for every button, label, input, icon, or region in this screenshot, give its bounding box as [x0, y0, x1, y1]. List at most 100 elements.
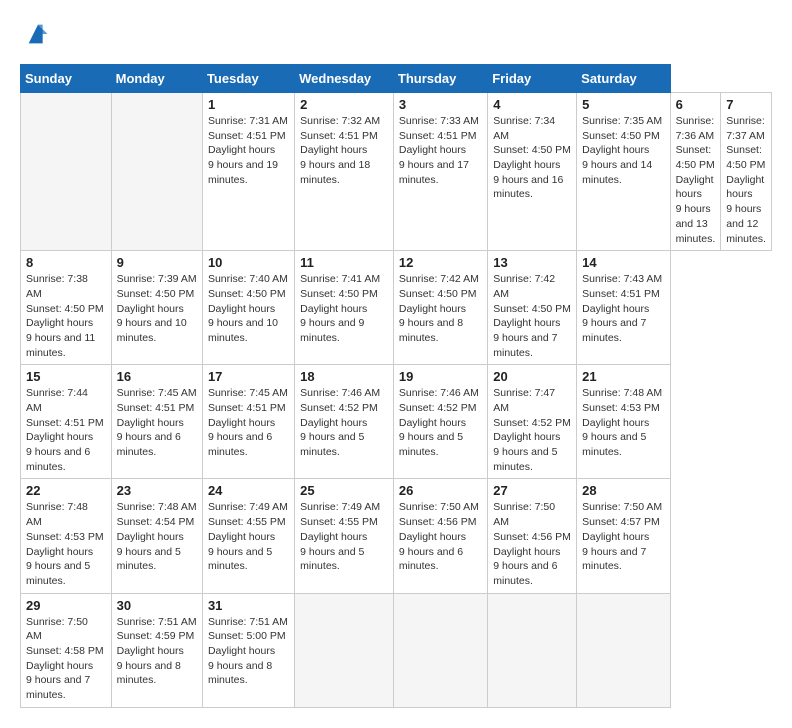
logo: [20, 20, 52, 48]
calendar-cell: 3 Sunrise: 7:33 AMSunset: 4:51 PMDaylight…: [393, 93, 487, 251]
day-number: 28: [582, 483, 664, 498]
day-info: Sunrise: 7:31 AMSunset: 4:51 PMDaylight …: [208, 114, 289, 187]
day-info: Sunrise: 7:44 AMSunset: 4:51 PMDaylight …: [26, 386, 106, 474]
calendar-week-1: 1 Sunrise: 7:31 AMSunset: 4:51 PMDaylight…: [21, 93, 772, 251]
weekday-header-sunday: Sunday: [21, 65, 112, 93]
calendar-cell: 12 Sunrise: 7:42 AMSunset: 4:50 PMDayligh…: [393, 251, 487, 365]
day-number: 24: [208, 483, 289, 498]
calendar-cell: 4 Sunrise: 7:34 AMSunset: 4:50 PMDaylight…: [488, 93, 577, 251]
day-number: 25: [300, 483, 388, 498]
day-number: 21: [582, 369, 664, 384]
calendar-cell: [488, 593, 577, 707]
calendar-cell: 30Sunrise: 7:51 AMSunset: 4:59 PMDayligh…: [111, 593, 202, 707]
calendar-cell: 5 Sunrise: 7:35 AMSunset: 4:50 PMDaylight…: [577, 93, 670, 251]
day-number: 31: [208, 598, 289, 613]
calendar-cell: 15 Sunrise: 7:44 AMSunset: 4:51 PMDayligh…: [21, 365, 112, 479]
day-number: 18: [300, 369, 388, 384]
day-info: Sunrise: 7:46 AMSunset: 4:52 PMDaylight …: [300, 386, 388, 459]
day-info: Sunrise: 7:45 AMSunset: 4:51 PMDaylight …: [208, 386, 289, 459]
page-header: [20, 20, 772, 48]
day-info: Sunrise: 7:35 AMSunset: 4:50 PMDaylight …: [582, 114, 664, 187]
day-info: Sunrise: 7:51 AMSunset: 4:59 PMDaylight …: [117, 615, 197, 688]
day-number: 4: [493, 97, 571, 112]
day-info: Sunrise: 7:46 AMSunset: 4:52 PMDaylight …: [399, 386, 482, 459]
calendar-table: SundayMondayTuesdayWednesdayThursdayFrid…: [20, 64, 772, 708]
calendar-week-4: 22Sunrise: 7:48 AMSunset: 4:53 PMDayligh…: [21, 479, 772, 593]
calendar-cell: 13Sunrise: 7:42 AMSunset: 4:50 PMDayligh…: [488, 251, 577, 365]
day-info: Sunrise: 7:34 AMSunset: 4:50 PMDaylight …: [493, 114, 571, 202]
calendar-cell: 17 Sunrise: 7:45 AMSunset: 4:51 PMDayligh…: [202, 365, 294, 479]
day-number: 1: [208, 97, 289, 112]
day-number: 27: [493, 483, 571, 498]
day-info: Sunrise: 7:50 AMSunset: 4:58 PMDaylight …: [26, 615, 106, 703]
calendar-week-2: 8 Sunrise: 7:38 AMSunset: 4:50 PMDaylight…: [21, 251, 772, 365]
day-number: 14: [582, 255, 664, 270]
day-number: 22: [26, 483, 106, 498]
calendar-cell: 16 Sunrise: 7:45 AMSunset: 4:51 PMDayligh…: [111, 365, 202, 479]
day-info: Sunrise: 7:50 AMSunset: 4:56 PMDaylight …: [493, 500, 571, 588]
day-info: Sunrise: 7:50 AMSunset: 4:57 PMDaylight …: [582, 500, 664, 573]
day-info: Sunrise: 7:37 AMSunset: 4:50 PMDaylight …: [726, 114, 766, 246]
day-number: 12: [399, 255, 482, 270]
day-number: 15: [26, 369, 106, 384]
day-number: 11: [300, 255, 388, 270]
logo-icon: [24, 20, 52, 48]
calendar-cell: 14 Sunrise: 7:43 AMSunset: 4:51 PMDayligh…: [577, 251, 670, 365]
calendar-cell: 21 Sunrise: 7:48 AMSunset: 4:53 PMDayligh…: [577, 365, 670, 479]
day-info: Sunrise: 7:42 AMSunset: 4:50 PMDaylight …: [493, 272, 571, 360]
weekday-header-wednesday: Wednesday: [295, 65, 394, 93]
weekday-header-friday: Friday: [488, 65, 577, 93]
day-number: 2: [300, 97, 388, 112]
day-number: 6: [676, 97, 716, 112]
calendar-cell: 26 Sunrise: 7:50 AMSunset: 4:56 PMDayligh…: [393, 479, 487, 593]
calendar-cell: [393, 593, 487, 707]
day-info: Sunrise: 7:36 AMSunset: 4:50 PMDaylight …: [676, 114, 716, 246]
day-info: Sunrise: 7:32 AMSunset: 4:51 PMDaylight …: [300, 114, 388, 187]
day-info: Sunrise: 7:47 AMSunset: 4:52 PMDaylight …: [493, 386, 571, 474]
calendar-cell: 7 Sunrise: 7:37 AMSunset: 4:50 PMDaylight…: [721, 93, 772, 251]
calendar-cell: 23Sunrise: 7:48 AMSunset: 4:54 PMDayligh…: [111, 479, 202, 593]
calendar-week-5: 29 Sunrise: 7:50 AMSunset: 4:58 PMDayligh…: [21, 593, 772, 707]
calendar-cell: [21, 93, 112, 251]
weekday-header-monday: Monday: [111, 65, 202, 93]
weekday-header-row: SundayMondayTuesdayWednesdayThursdayFrid…: [21, 65, 772, 93]
day-info: Sunrise: 7:41 AMSunset: 4:50 PMDaylight …: [300, 272, 388, 345]
day-info: Sunrise: 7:42 AMSunset: 4:50 PMDaylight …: [399, 272, 482, 345]
day-info: Sunrise: 7:38 AMSunset: 4:50 PMDaylight …: [26, 272, 106, 360]
calendar-cell: [295, 593, 394, 707]
day-number: 10: [208, 255, 289, 270]
calendar-cell: 31 Sunrise: 7:51 AMSunset: 5:00 PMDayligh…: [202, 593, 294, 707]
calendar-cell: 10 Sunrise: 7:40 AMSunset: 4:50 PMDayligh…: [202, 251, 294, 365]
day-number: 26: [399, 483, 482, 498]
day-info: Sunrise: 7:40 AMSunset: 4:50 PMDaylight …: [208, 272, 289, 345]
day-number: 7: [726, 97, 766, 112]
day-number: 29: [26, 598, 106, 613]
calendar-cell: 2 Sunrise: 7:32 AMSunset: 4:51 PMDaylight…: [295, 93, 394, 251]
day-info: Sunrise: 7:45 AMSunset: 4:51 PMDaylight …: [117, 386, 197, 459]
day-number: 19: [399, 369, 482, 384]
day-info: Sunrise: 7:33 AMSunset: 4:51 PMDaylight …: [399, 114, 482, 187]
calendar-cell: [577, 593, 670, 707]
day-info: Sunrise: 7:48 AMSunset: 4:53 PMDaylight …: [582, 386, 664, 459]
weekday-header-tuesday: Tuesday: [202, 65, 294, 93]
calendar-cell: 27 Sunrise: 7:50 AMSunset: 4:56 PMDayligh…: [488, 479, 577, 593]
day-info: Sunrise: 7:50 AMSunset: 4:56 PMDaylight …: [399, 500, 482, 573]
day-info: Sunrise: 7:49 AMSunset: 4:55 PMDaylight …: [300, 500, 388, 573]
calendar-cell: 20Sunrise: 7:47 AMSunset: 4:52 PMDayligh…: [488, 365, 577, 479]
calendar-cell: 29 Sunrise: 7:50 AMSunset: 4:58 PMDayligh…: [21, 593, 112, 707]
calendar-cell: 22Sunrise: 7:48 AMSunset: 4:53 PMDayligh…: [21, 479, 112, 593]
calendar-week-3: 15 Sunrise: 7:44 AMSunset: 4:51 PMDayligh…: [21, 365, 772, 479]
day-info: Sunrise: 7:49 AMSunset: 4:55 PMDaylight …: [208, 500, 289, 573]
day-number: 16: [117, 369, 197, 384]
calendar-cell: 9 Sunrise: 7:39 AMSunset: 4:50 PMDaylight…: [111, 251, 202, 365]
day-info: Sunrise: 7:43 AMSunset: 4:51 PMDaylight …: [582, 272, 664, 345]
day-number: 5: [582, 97, 664, 112]
day-number: 3: [399, 97, 482, 112]
calendar-cell: 28 Sunrise: 7:50 AMSunset: 4:57 PMDayligh…: [577, 479, 670, 593]
day-number: 9: [117, 255, 197, 270]
day-info: Sunrise: 7:51 AMSunset: 5:00 PMDaylight …: [208, 615, 289, 688]
day-number: 8: [26, 255, 106, 270]
day-number: 17: [208, 369, 289, 384]
calendar-cell: 19 Sunrise: 7:46 AMSunset: 4:52 PMDayligh…: [393, 365, 487, 479]
day-info: Sunrise: 7:39 AMSunset: 4:50 PMDaylight …: [117, 272, 197, 345]
